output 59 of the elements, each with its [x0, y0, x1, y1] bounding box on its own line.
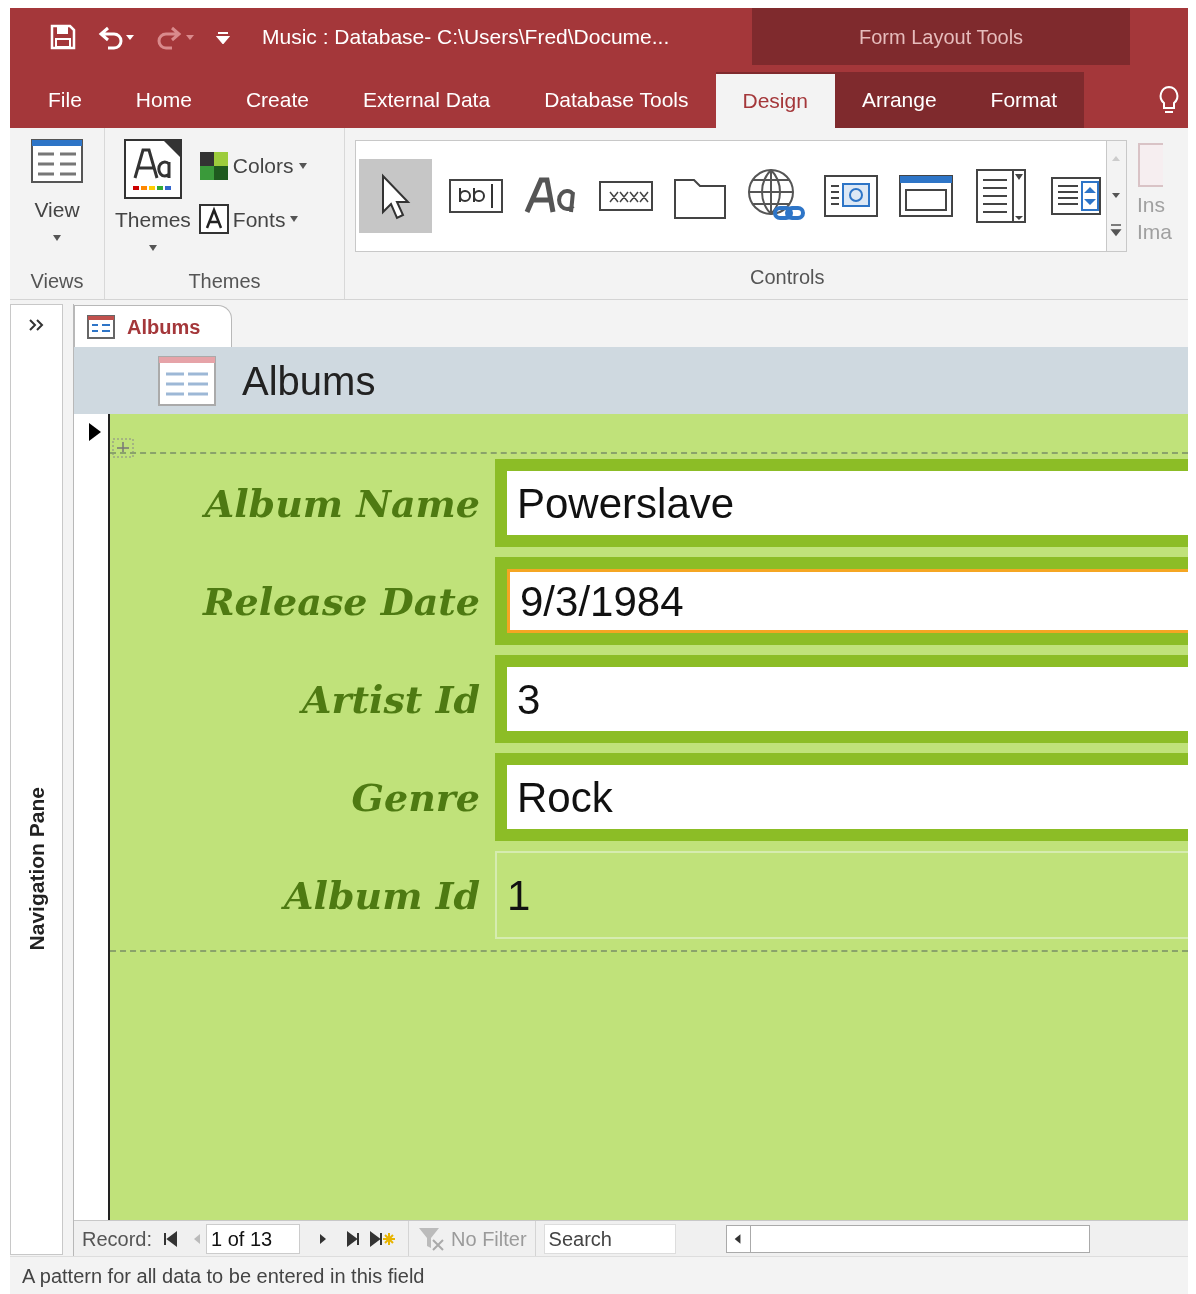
web-browser-icon	[823, 172, 880, 220]
image-icon	[1137, 140, 1163, 190]
ribbon-tab[interactable]: Create	[218, 72, 336, 128]
field-label: Artist Id	[110, 670, 495, 728]
new-record-icon[interactable]	[368, 1229, 397, 1248]
contextual-group-title: Form Layout Tools	[858, 24, 1024, 50]
search-field[interactable]: Search	[543, 1223, 676, 1254]
current-record-icon	[88, 422, 102, 442]
view-button[interactable]: View	[30, 128, 84, 262]
ribbon-tab[interactable]: External Data	[335, 72, 518, 128]
dropdown-arrow-icon	[289, 215, 300, 224]
group-label: Controls	[750, 265, 826, 290]
ribbon-tab[interactable]: Arrange	[834, 72, 964, 128]
status-text: A pattern for all data to be entered in this field	[22, 1263, 425, 1289]
dropdown-arrow-icon	[52, 233, 62, 242]
customize-toolbar-icon[interactable]	[216, 29, 230, 44]
control-tool[interactable]	[359, 159, 432, 233]
button-icon	[597, 178, 654, 214]
ribbon-tab[interactable]: Home	[108, 72, 219, 128]
document-tab[interactable]: Albums	[74, 305, 232, 347]
navigation-pane-label: Navigation Pane	[23, 786, 49, 951]
dropdown-arrow-icon	[147, 243, 158, 252]
form-icon	[158, 355, 216, 406]
themes-button[interactable]: Themes	[115, 138, 191, 262]
window-icon	[897, 172, 954, 220]
color-squares-icon	[198, 150, 229, 181]
window-title: Music : Database- C:\Users\Fred\Docume...	[262, 23, 670, 50]
group-label: Themes	[187, 269, 262, 294]
field-label: Album Name	[201, 479, 481, 528]
ribbon-tab[interactable]: File	[10, 72, 109, 128]
move-handle-icon[interactable]	[112, 438, 134, 458]
themes-icon	[122, 138, 183, 200]
field-input[interactable]: Powerslave	[495, 459, 1188, 547]
insert-image-label: Ins	[1137, 192, 1165, 218]
record-label: Record:	[82, 1226, 153, 1252]
form-view-icon	[30, 136, 84, 186]
ribbon-tab[interactable]: Database Tools	[517, 72, 716, 128]
dropdown-arrow-icon	[297, 161, 308, 170]
record-selector[interactable]	[74, 414, 110, 1220]
ribbon-tab[interactable]: Design	[715, 72, 835, 128]
record-position-field[interactable]: 1 of 13	[206, 1223, 301, 1254]
field-label: Release Date	[201, 577, 481, 626]
insert-image-label: Ima	[1137, 220, 1172, 244]
colors-button[interactable]: Colors	[198, 150, 308, 182]
save-icon[interactable]	[50, 23, 76, 50]
horizontal-scrollbar[interactable]	[725, 1224, 1090, 1253]
field-label: Album Id	[110, 866, 495, 924]
field-input[interactable]: 9/3/1984	[495, 557, 1188, 645]
group-label: Views	[30, 269, 84, 294]
field-input[interactable]: 1	[495, 851, 1188, 939]
letter-box-icon	[198, 204, 229, 235]
field-input[interactable]: 3	[495, 655, 1188, 743]
lightbulb-icon[interactable]	[1158, 85, 1180, 115]
fonts-button[interactable]: Fonts	[198, 203, 308, 235]
form-title: Albums	[242, 357, 376, 405]
ribbon-tab[interactable]: Format	[963, 72, 1085, 128]
field-label: Genre	[350, 773, 481, 822]
form-icon	[87, 314, 115, 339]
field-input[interactable]: Rock	[495, 753, 1188, 841]
